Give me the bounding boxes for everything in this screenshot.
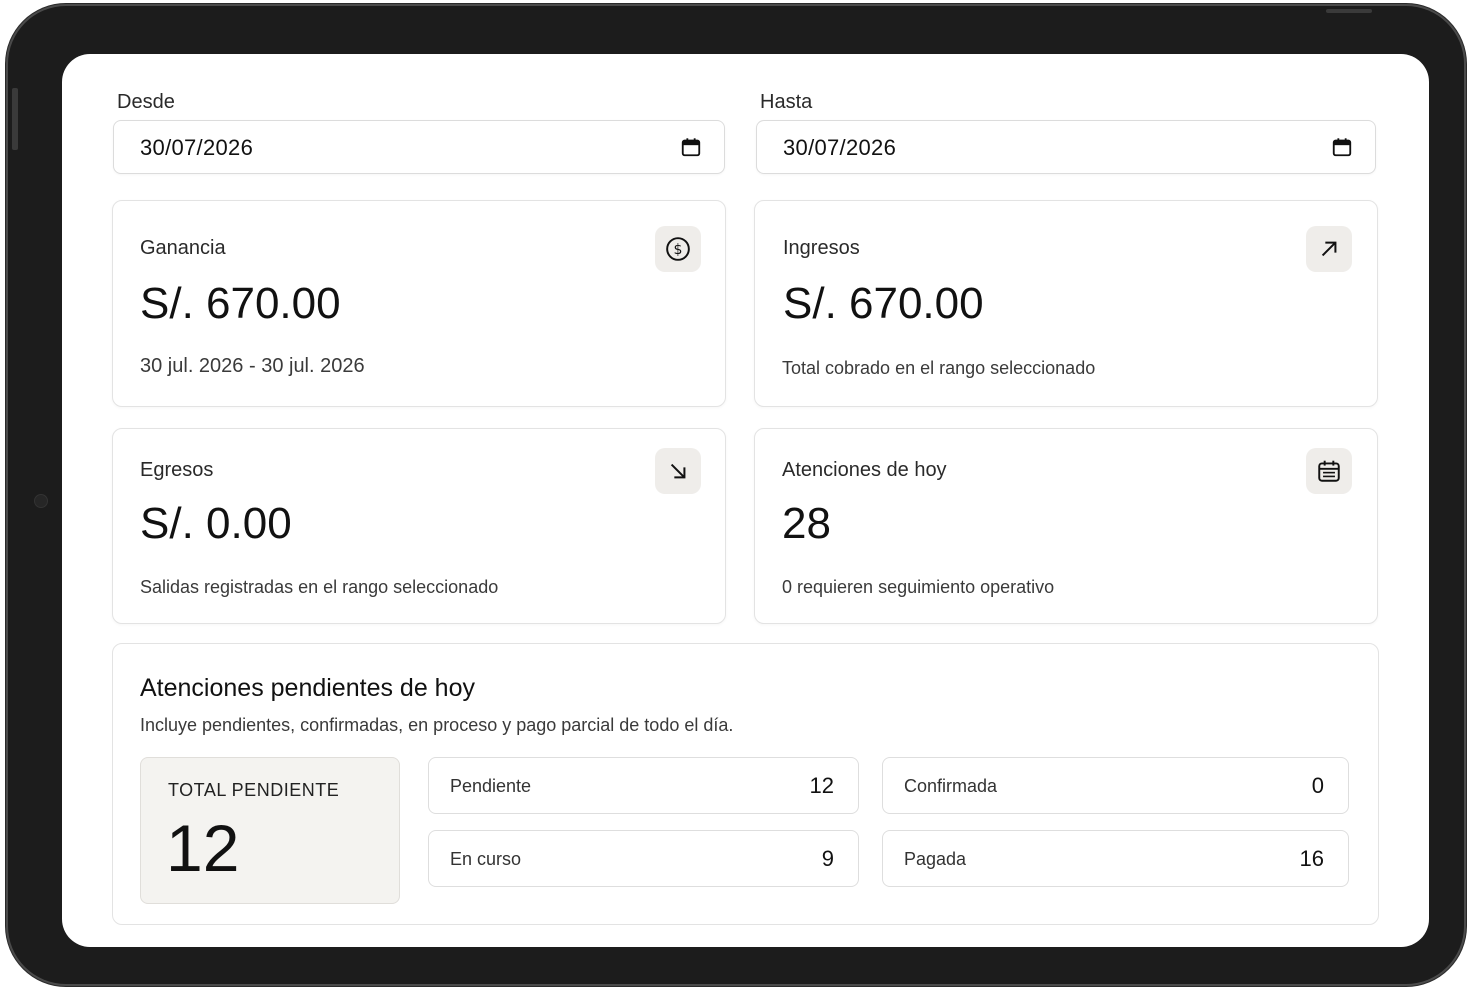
total-pending-label: TOTAL PENDIENTE [168, 780, 340, 800]
svg-text:$: $ [674, 242, 683, 258]
expenses-card: Egresos S/. 0.00 Salidas registradas en … [112, 428, 726, 624]
appointments-value: 28 [782, 499, 831, 548]
stat-en-curso: En curso 9 [428, 830, 859, 887]
income-subtitle: Total cobrado en el rango seleccionado [782, 358, 1096, 378]
income-value: S/. 670.00 [783, 279, 984, 328]
total-pending-box: TOTAL PENDIENTE 12 [140, 757, 400, 904]
profit-value: S/. 670.00 [140, 279, 341, 328]
profit-subtitle: 30 jul. 2026 - 30 jul. 2026 [140, 355, 365, 377]
tablet-frame: Desde 30/07/2026 Hasta 30/07/2026 Gananc… [8, 6, 1464, 984]
to-date-value: 30/07/2026 [783, 135, 897, 160]
pending-appointments-card: Atenciones pendientes de hoy Incluye pen… [112, 643, 1379, 925]
stat-label: Pagada [904, 849, 967, 869]
appointments-title: Atenciones de hoy [782, 459, 947, 481]
pending-description: Incluye pendientes, confirmadas, en proc… [140, 715, 734, 735]
arrow-down-right-icon [670, 463, 686, 479]
dashboard-screen: Desde 30/07/2026 Hasta 30/07/2026 Gananc… [62, 54, 1429, 947]
arrow-up-right-icon [1321, 241, 1337, 257]
expenses-icon-box [655, 448, 701, 494]
stat-pendiente: Pendiente 12 [428, 757, 859, 814]
from-date-value: 30/07/2026 [140, 135, 254, 160]
stat-label: En curso [450, 849, 522, 869]
income-card: Ingresos S/. 670.00 Total cobrado en el … [754, 200, 1378, 407]
calendar-icon[interactable] [680, 136, 702, 158]
calendar-icon [1318, 460, 1340, 482]
appointments-icon-box [1306, 448, 1352, 494]
dollar-circle-icon: $ [666, 237, 690, 261]
profit-card: Ganancia $ S/. 670.00 30 jul. 2026 - 30 … [112, 200, 726, 407]
income-icon-box [1306, 226, 1352, 272]
profit-title: Ganancia [140, 237, 226, 259]
stat-value: 16 [1299, 846, 1324, 871]
income-title: Ingresos [783, 237, 860, 259]
stat-label: Confirmada [904, 776, 998, 796]
stat-value: 9 [821, 846, 834, 871]
total-pending-value: 12 [166, 811, 240, 885]
side-button [12, 88, 18, 150]
calendar-icon[interactable] [1331, 136, 1353, 158]
stat-label: Pendiente [450, 776, 532, 796]
expenses-title: Egresos [140, 459, 214, 481]
profit-icon-box: $ [655, 226, 701, 272]
from-date-input[interactable]: 30/07/2026 [113, 120, 725, 174]
to-date-label: Hasta [760, 91, 813, 113]
appointments-card: Atenciones de hoy 28 0 requieren seguimi… [754, 428, 1378, 624]
stat-value: 12 [809, 773, 834, 798]
appointments-subtitle: 0 requieren seguimiento operativo [782, 577, 1055, 597]
top-button [1326, 9, 1372, 13]
expenses-subtitle: Salidas registradas en el rango seleccio… [140, 577, 499, 597]
to-date-input[interactable]: 30/07/2026 [756, 120, 1376, 174]
expenses-value: S/. 0.00 [140, 499, 292, 548]
stat-value: 0 [1311, 773, 1324, 798]
stat-confirmada: Confirmada 0 [882, 757, 1349, 814]
pending-title: Atenciones pendientes de hoy [140, 674, 475, 702]
front-camera [34, 494, 48, 508]
from-date-label: Desde [117, 91, 175, 113]
stat-pagada: Pagada 16 [882, 830, 1349, 887]
